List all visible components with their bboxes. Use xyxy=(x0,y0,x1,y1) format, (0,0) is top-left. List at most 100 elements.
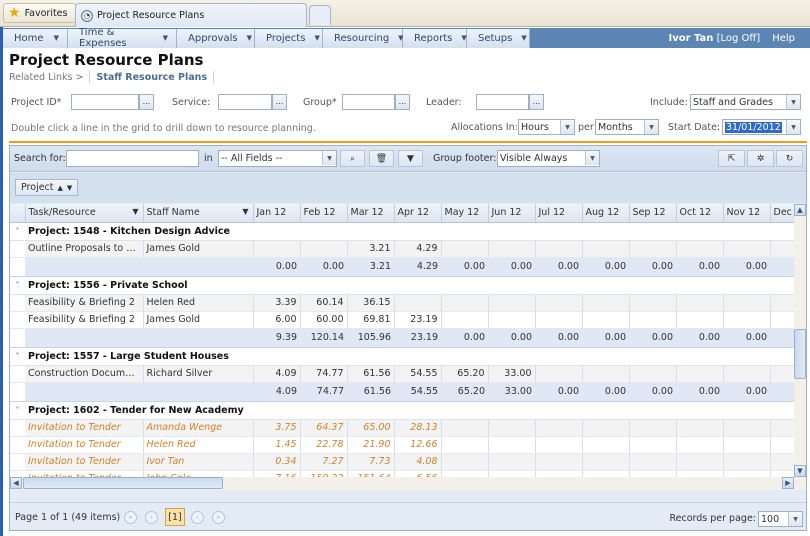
allocations-select[interactable]: Hours ▼ xyxy=(518,119,575,135)
column-header[interactable]: Jan 12 xyxy=(253,204,301,223)
task-cell: Invitation to Tender xyxy=(25,453,144,471)
group-row[interactable]: ˅ Project: 1602 - Tender for New Academy xyxy=(10,401,794,420)
nav-time-expenses[interactable]: Time & Expenses ▼ xyxy=(68,27,177,49)
service-browse-button[interactable]: ... xyxy=(272,94,287,110)
refresh-button[interactable]: ↻ xyxy=(776,150,803,167)
leader-input[interactable] xyxy=(476,94,529,110)
help-link[interactable]: Help xyxy=(772,33,795,44)
leader-browse-button[interactable]: ... xyxy=(529,94,544,110)
expand-toggle-icon[interactable]: ˅ xyxy=(10,222,25,241)
new-tab-button[interactable] xyxy=(309,5,331,25)
vertical-scrollbar[interactable]: ▲ ▼ xyxy=(794,204,806,477)
group-row[interactable]: ˅ Project: 1556 - Private School xyxy=(10,276,794,295)
table-row[interactable]: Construction Documents Richard Silver 4.09… xyxy=(10,365,794,383)
table-row[interactable]: Feasibility & Briefing 2 Helen Red 3.39 60.… xyxy=(10,294,794,312)
search-button[interactable]: ⌕ xyxy=(340,150,365,167)
scroll-up-button[interactable]: ▲ xyxy=(794,204,806,216)
expand-toggle-icon[interactable]: ˅ xyxy=(10,347,25,366)
records-per-page-select[interactable]: 100 ▼ xyxy=(758,511,803,527)
table-row[interactable]: Invitation to Tender Ivor Tan 0.34 7.27 7.73… xyxy=(10,453,794,471)
scroll-down-button[interactable]: ▼ xyxy=(794,465,806,477)
logoff-link[interactable]: [Log Off] xyxy=(717,33,761,44)
nav-reports[interactable]: Reports ▼ xyxy=(403,28,467,48)
column-header[interactable]: May 12 xyxy=(441,204,489,223)
value-cell xyxy=(488,436,536,454)
browser-tab-active[interactable]: ◔ Project Resource Plans xyxy=(75,3,307,27)
column-header[interactable]: Feb 12 xyxy=(300,204,348,223)
nav-resourcing[interactable]: Resourcing ▼ xyxy=(323,28,404,48)
expand-toggle-icon[interactable]: ˅ xyxy=(10,276,25,295)
footer-blank xyxy=(143,257,253,277)
start-date-value[interactable]: 31/01/2012 xyxy=(725,121,782,133)
staff-cell: Ivor Tan xyxy=(143,453,254,471)
favorites-button[interactable]: ★ Favorites xyxy=(3,3,77,23)
total-cell: 0.00 xyxy=(723,328,770,348)
column-header[interactable]: Sep 12 xyxy=(629,204,677,223)
group-by-project-chip[interactable]: Project ▲ ▼ xyxy=(15,179,79,196)
start-date-picker[interactable]: 31/01/2012 ▼ xyxy=(722,119,801,135)
first-page-button[interactable]: « xyxy=(124,511,137,524)
column-header[interactable]: Staff Name ▼ xyxy=(143,204,254,223)
group-row[interactable]: ˅ Project: 1548 - Kitchen Design Advice xyxy=(10,222,794,241)
column-header[interactable]: Dec 12 xyxy=(770,204,794,223)
search-field-select[interactable]: -- All Fields -- ▼ xyxy=(218,150,337,167)
column-header[interactable]: Mar 12 xyxy=(347,204,395,223)
horizontal-scrollbar[interactable]: ◀ ▶ xyxy=(10,477,806,490)
service-input[interactable] xyxy=(218,94,272,110)
include-select[interactable]: Staff and Grades ▼ xyxy=(690,94,801,110)
filter-icon[interactable]: ▼ xyxy=(242,207,248,216)
column-header[interactable]: Jun 12 xyxy=(488,204,536,223)
column-header[interactable]: Apr 12 xyxy=(394,204,442,223)
chevron-down-icon[interactable]: ▼ xyxy=(322,151,336,165)
project-id-input[interactable] xyxy=(71,94,139,110)
project-id-browse-button[interactable]: ... xyxy=(139,94,154,110)
chevron-down-icon[interactable]: ▼ xyxy=(585,151,599,165)
chevron-down-icon[interactable]: ▼ xyxy=(786,120,800,134)
current-page-button[interactable]: [1] xyxy=(165,508,185,526)
table-row[interactable]: Invitation to Tender Amanda Wenge 3.75 64.3… xyxy=(10,419,794,437)
chevron-down-icon[interactable]: ▼ xyxy=(788,512,802,526)
export-button[interactable]: ⇱ xyxy=(718,150,745,167)
scroll-right-button[interactable]: ▶ xyxy=(782,477,794,489)
nav-setups[interactable]: Setups ▼ xyxy=(467,28,530,48)
total-cell: 61.56 xyxy=(347,382,394,402)
filter-button[interactable]: ▼ xyxy=(398,150,423,167)
column-header[interactable]: Task/Resource ▼ xyxy=(25,204,144,223)
chevron-down-icon[interactable]: ▼ xyxy=(644,120,658,134)
period-select[interactable]: Months ▼ xyxy=(595,119,659,135)
staff-resource-plans-link[interactable]: Staff Resource Plans xyxy=(96,72,207,83)
scroll-left-button[interactable]: ◀ xyxy=(10,477,22,489)
table-row[interactable]: Feasibility & Briefing 2 James Gold 6.00 60… xyxy=(10,311,794,329)
group-footer-select[interactable]: Visible Always ▼ xyxy=(497,150,600,167)
group-input[interactable] xyxy=(342,94,395,110)
column-header[interactable]: Oct 12 xyxy=(676,204,724,223)
expand-toggle-icon[interactable]: ˅ xyxy=(10,401,25,420)
column-header[interactable]: Aug 12 xyxy=(582,204,630,223)
table-row[interactable]: Invitation to TenderJohn Cole7.16150.221… xyxy=(10,470,794,477)
column-header-label: Feb 12 xyxy=(303,207,336,219)
ellipsis-icon: ... xyxy=(532,97,541,106)
chevron-down-icon[interactable]: ▼ xyxy=(786,95,800,109)
value-cell xyxy=(535,470,583,477)
vertical-scroll-thumb[interactable] xyxy=(794,329,806,379)
settings-button[interactable]: ✲ xyxy=(747,150,774,167)
group-row[interactable]: ˅ Project: 1557 - Large Student Houses xyxy=(10,347,794,366)
column-header[interactable]: Nov 12 xyxy=(723,204,771,223)
nav-home[interactable]: Home ▼ xyxy=(3,28,68,48)
horizontal-scroll-thumb[interactable] xyxy=(23,477,223,489)
clear-search-button[interactable]: 🗑 xyxy=(369,150,394,167)
prev-page-button[interactable]: ‹ xyxy=(145,511,158,524)
column-header[interactable]: Jul 12 xyxy=(535,204,583,223)
nav-approvals[interactable]: Approvals ▼ xyxy=(177,28,255,48)
nav-projects[interactable]: Projects ▼ xyxy=(255,28,323,48)
records-per-page-value: 100 xyxy=(761,513,780,525)
search-input[interactable] xyxy=(66,150,199,167)
group-browse-button[interactable]: ... xyxy=(395,94,410,110)
table-row[interactable]: Outline Proposals to co... James Gold 3.21… xyxy=(10,240,794,258)
table-row[interactable]: Invitation to Tender Helen Red 1.45 22.78 21… xyxy=(10,436,794,454)
total-cell xyxy=(770,257,794,277)
next-page-button[interactable]: › xyxy=(191,511,204,524)
chevron-down-icon[interactable]: ▼ xyxy=(560,120,574,134)
last-page-button[interactable]: » xyxy=(212,511,225,524)
filter-icon[interactable]: ▼ xyxy=(132,207,138,216)
